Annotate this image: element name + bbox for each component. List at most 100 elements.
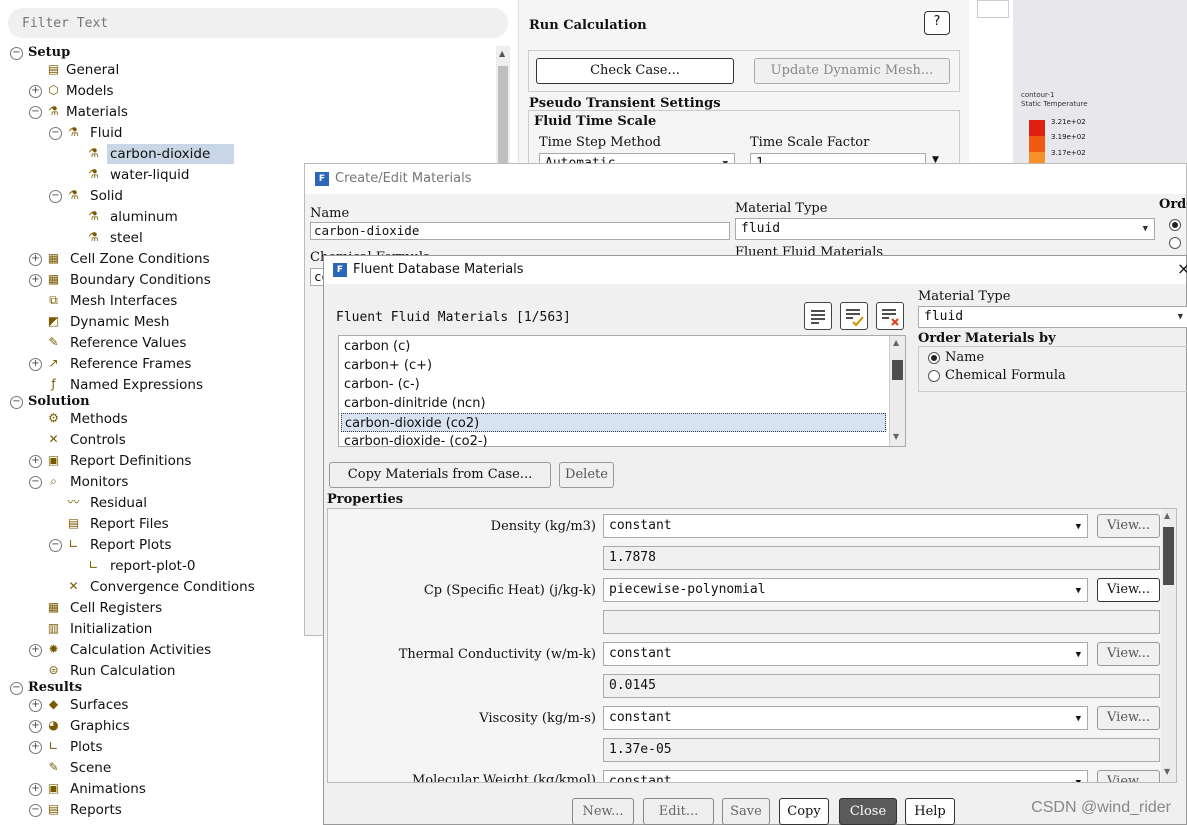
close-button[interactable]: Close	[839, 798, 897, 825]
material-list-item[interactable]: carbon-dinitride (ncn)	[341, 394, 886, 413]
material-list-item[interactable]: carbon (c)	[341, 337, 886, 356]
properties-panel: Density (kg/m3) constant ▼ View... 1.7878…	[327, 508, 1177, 783]
tree-node-label: steel	[110, 230, 143, 246]
scroll-down-arrow-icon[interactable]: ▼	[893, 432, 899, 441]
name-field[interactable]: carbon-dioxide	[310, 222, 730, 240]
order-by-name-radio[interactable]	[928, 352, 940, 364]
select-all-icon[interactable]	[840, 302, 868, 330]
thermal-conductivity-value-field[interactable]: 0.0145	[603, 674, 1160, 698]
graphics-window[interactable]: contour-1 Static Temperature 3.21e+02 3.…	[1013, 0, 1187, 165]
tree-node-label: Solid	[90, 188, 123, 204]
tree-scrollbar[interactable]: ▲	[496, 46, 510, 166]
tree-node-icon: ◩	[47, 314, 60, 328]
material-list-item[interactable]: carbon-dioxide (co2)	[341, 413, 886, 432]
new-button[interactable]: New...	[572, 798, 634, 825]
help-icon[interactable]: ?	[924, 11, 950, 35]
tree-item-general[interactable]: ▤ General	[0, 60, 490, 80]
tree-node-icon: ▦	[47, 600, 60, 614]
expand-icon[interactable]: +	[29, 358, 42, 371]
collapse-icon[interactable]: −	[29, 106, 42, 119]
collapse-icon[interactable]: −	[10, 682, 23, 695]
expand-icon[interactable]: +	[29, 644, 42, 657]
chevron-down-icon: ▼	[1075, 522, 1081, 532]
tree-node-icon: ▦	[47, 272, 60, 286]
tree-node-label: General	[66, 62, 120, 78]
property-label: Cp (Specific Heat) (j/kg-k)	[423, 583, 596, 598]
material-type-label: Material Type	[735, 201, 828, 216]
edit-button[interactable]: Edit...	[643, 798, 714, 825]
order-radio-name[interactable]	[1169, 219, 1181, 231]
scrollbar-thumb[interactable]	[498, 66, 508, 166]
close-icon[interactable]: ×	[1177, 259, 1187, 278]
tree-item-carbon-dioxide[interactable]: ⚗ carbon-dioxide	[0, 144, 490, 164]
density-method-select[interactable]: constant ▼	[603, 514, 1088, 538]
list-all-icon[interactable]	[804, 302, 832, 330]
tree-item-fluid[interactable]: − ⚗ Fluid	[0, 123, 490, 143]
molecular-weight-view-button[interactable]: View...	[1097, 770, 1160, 782]
tree-item-materials[interactable]: − ⚗ Materials	[0, 102, 490, 122]
collapse-icon[interactable]: −	[29, 476, 42, 489]
density-view-button[interactable]: View...	[1097, 514, 1160, 538]
viscosity-value-field[interactable]: 1.37e-05	[603, 738, 1160, 762]
copy-button[interactable]: Copy	[779, 798, 829, 825]
tree-node-icon: ⚗	[88, 146, 99, 160]
expand-icon[interactable]: +	[29, 741, 42, 754]
properties-label: Properties	[327, 492, 404, 507]
tree-item-models[interactable]: + ⬡ Models	[0, 81, 490, 101]
tree-node-label: Scene	[70, 760, 112, 776]
cp-view-button[interactable]: View...	[1097, 578, 1160, 602]
expand-icon[interactable]: +	[29, 699, 42, 712]
delete-button[interactable]: Delete	[559, 462, 614, 488]
colorbar-segment	[1029, 136, 1045, 152]
expand-icon[interactable]: +	[29, 720, 42, 733]
collapse-icon[interactable]: −	[49, 127, 62, 140]
viscosity-view-button[interactable]: View...	[1097, 706, 1160, 730]
viscosity-method-select[interactable]: constant ▼	[603, 706, 1088, 730]
molecular-weight-method-select[interactable]: constant ▼	[603, 770, 1088, 782]
density-value-field[interactable]: 1.7878	[603, 546, 1160, 570]
check-case-button[interactable]: Check Case...	[536, 58, 734, 84]
expand-icon[interactable]: +	[29, 455, 42, 468]
expand-icon[interactable]: +	[29, 253, 42, 266]
properties-scrollbar[interactable]: ▲ ▼	[1161, 509, 1176, 782]
scroll-up-arrow-icon[interactable]: ▲	[893, 338, 899, 347]
material-type-select[interactable]: fluid ▼	[918, 306, 1187, 328]
cp-value-field[interactable]	[603, 610, 1160, 634]
scrollbar-thumb[interactable]	[892, 360, 903, 380]
expand-icon[interactable]: +	[29, 85, 42, 98]
scroll-up-arrow-icon[interactable]: ▲	[499, 49, 505, 58]
scrollbar-thumb[interactable]	[1163, 527, 1174, 585]
list-scrollbar[interactable]: ▲ ▼	[889, 336, 905, 446]
help-button[interactable]: Help	[905, 798, 955, 825]
collapse-icon[interactable]: −	[29, 804, 42, 817]
tree-node-label: Plots	[70, 739, 103, 755]
tree-node-icon: ⚗	[88, 230, 99, 244]
material-list-item[interactable]: carbon+ (c+)	[341, 356, 886, 375]
filter-text-input[interactable]	[8, 8, 508, 38]
order-radio-formula[interactable]	[1169, 237, 1181, 249]
order-by-formula-radio[interactable]	[928, 370, 940, 382]
scroll-down-arrow-icon[interactable]: ▼	[1164, 767, 1170, 776]
expand-icon[interactable]: +	[29, 783, 42, 796]
scroll-up-arrow-icon[interactable]: ▲	[1164, 511, 1170, 520]
tree-node-label: Materials	[66, 104, 128, 120]
cp-method-select[interactable]: piecewise-polynomial ▼	[603, 578, 1088, 602]
material-type-select[interactable]: fluid ▼	[735, 218, 1155, 240]
material-list-item[interactable]: carbon-dioxide- (co2-)	[341, 432, 886, 451]
toolbar-toggle-icon[interactable]	[977, 0, 1009, 18]
tree-node-icon: ∟	[88, 558, 99, 572]
collapse-icon[interactable]: −	[10, 396, 23, 409]
copy-materials-from-case-button[interactable]: Copy Materials from Case...	[329, 462, 551, 488]
expand-icon[interactable]: +	[29, 274, 42, 287]
deselect-all-icon[interactable]	[876, 302, 904, 330]
save-button[interactable]: Save	[722, 798, 770, 825]
materials-list[interactable]: carbon (c) carbon+ (c+) carbon- (c-) carbon…	[338, 335, 906, 449]
collapse-icon[interactable]: −	[49, 190, 62, 203]
thermal-conductivity-view-button[interactable]: View...	[1097, 642, 1160, 666]
update-dynamic-mesh-button[interactable]: Update Dynamic Mesh...	[754, 58, 950, 84]
collapse-icon[interactable]: −	[10, 47, 23, 60]
thermal-conductivity-method-select[interactable]: constant ▼	[603, 642, 1088, 666]
material-list-item[interactable]: carbon- (c-)	[341, 375, 886, 394]
collapse-icon[interactable]: −	[49, 539, 62, 552]
contour-subtitle: Static Temperature	[1021, 100, 1088, 108]
